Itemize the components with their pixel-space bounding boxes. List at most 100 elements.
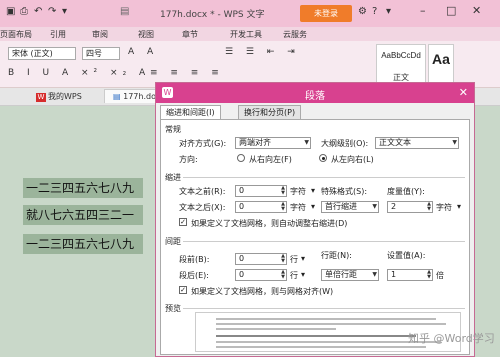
wps-logo-icon: W — [36, 93, 46, 102]
indent-before-input[interactable]: 0 ▲ ▼ — [235, 185, 287, 197]
spinner-icon[interactable]: ▲ ▼ — [281, 186, 285, 196]
dialog-title-bar[interactable]: W 段落 ✕ — [156, 83, 474, 103]
degree-unit: 字符 — [436, 203, 452, 212]
print-icon[interactable]: ⎙ — [20, 6, 28, 17]
minimize-icon[interactable]: – — [420, 4, 426, 17]
space-after-label: 段后(E): — [179, 271, 209, 280]
spinner-icon[interactable]: ▲ ▼ — [427, 270, 431, 280]
tab-cloud[interactable]: 云服务 — [283, 29, 307, 40]
tab-page-layout[interactable]: 页面布局 — [0, 29, 32, 40]
outline-label: 大纲级别(O): — [321, 139, 369, 148]
rtl-radio[interactable] — [237, 154, 245, 162]
space-before-input[interactable]: 0 ▲ ▼ — [235, 253, 287, 265]
indent-after-unit: 字符 — [290, 203, 306, 212]
section-spacing: 间距 — [165, 237, 181, 246]
spinner-icon[interactable]: ▲ ▼ — [427, 202, 431, 212]
ltr-radio[interactable] — [319, 154, 327, 162]
paragraph-dialog: W 段落 ✕ 缩进和间距(I) 换行和分页(P) 常规 对齐方式(G): 两端对… — [155, 82, 475, 357]
set-value: 1 — [391, 270, 397, 279]
tab-line-page-breaks[interactable]: 换行和分页(P) — [238, 105, 302, 119]
tab-indent-spacing[interactable]: 缩进和间距(I) — [160, 105, 221, 120]
style-normal[interactable]: AaBbCcDd 正文 — [376, 44, 426, 86]
space-before-unit: 行 — [290, 255, 298, 264]
preview-line — [216, 346, 426, 348]
indent-after-input[interactable]: 0 ▲ ▼ — [235, 201, 287, 213]
spinner-icon[interactable]: ▲ ▼ — [281, 202, 285, 212]
set-value-label: 设置值(A): — [387, 251, 426, 260]
style-heading[interactable]: Aa — [428, 44, 454, 86]
chevron-down-icon: ▼ — [304, 139, 309, 146]
indent-after-value: 0 — [239, 202, 245, 211]
tab-my-wps[interactable]: W 我的WPS — [36, 91, 82, 102]
preview-line — [216, 335, 416, 337]
spinner-icon[interactable]: ▲ ▼ — [281, 254, 285, 264]
chevron-down-icon[interactable]: ▾ — [301, 254, 305, 263]
chevron-down-icon: ▼ — [372, 271, 377, 278]
font-grow-icon[interactable]: A A — [128, 47, 158, 57]
section-preview: 预览 — [165, 304, 181, 313]
chevron-down-icon[interactable]: ▾ — [457, 202, 461, 211]
direction-label: 方向: — [179, 155, 198, 164]
doc-line[interactable]: 就八七六五四三二一 — [23, 205, 143, 225]
space-after-input[interactable]: 0 ▲ ▼ — [235, 269, 287, 281]
divider — [183, 308, 465, 309]
divider — [183, 241, 465, 242]
watermark: 知乎 @Word学习 — [408, 332, 495, 345]
doc-line[interactable]: 一二三四五六七八九 — [23, 234, 143, 254]
set-value-unit: 倍 — [436, 271, 444, 280]
line-spacing-value: 单倍行距 — [325, 270, 357, 279]
paragraph-icons[interactable]: ≡ ≡ ≡ ≡ — [150, 68, 224, 78]
login-button[interactable]: 未登录 — [300, 5, 352, 22]
chevron-down-icon[interactable]: ▾ — [311, 202, 315, 211]
title-bar: ▣ ⎙ ↶ ↷ ▾ ▤ 177h.docx * - WPS 文字 未登录 ⚙ ?… — [0, 0, 500, 27]
list-icons[interactable]: ☰ ☰ ⇤ ⇥ — [225, 47, 300, 57]
chevron-down-icon[interactable]: ▾ — [311, 186, 315, 195]
redo-icon[interactable]: ↷ — [48, 6, 56, 17]
format-buttons[interactable]: B I U A ×² ×₂ A — [8, 68, 150, 78]
divider — [183, 177, 465, 178]
indent-before-value: 0 — [239, 186, 245, 195]
preview-line — [216, 328, 336, 330]
dialog-panel: 常规 对齐方式(G): 两端对齐 ▼ 大纲级别(O): 正文文本 ▼ 方向: 从右向… — [160, 119, 470, 355]
section-indent: 缩进 — [165, 173, 181, 182]
space-before-label: 段前(B): — [179, 255, 210, 264]
align-select[interactable]: 两端对齐 ▼ — [235, 137, 311, 149]
help-icon[interactable]: ? — [372, 6, 377, 17]
special-format-value: 首行缩进 — [325, 202, 357, 211]
chevron-down-icon: ▼ — [452, 139, 457, 146]
rtl-label: 从右向左(F) — [249, 155, 292, 164]
indent-grid-checkbox[interactable]: ✓ — [179, 218, 187, 226]
spinner-icon[interactable]: ▲ ▼ — [281, 270, 285, 280]
special-format-select[interactable]: 首行缩进 ▼ — [321, 201, 379, 213]
spacing-grid-checkbox[interactable]: ✓ — [179, 286, 187, 294]
save-icon[interactable]: ▣ — [6, 6, 15, 17]
space-before-value: 0 — [239, 254, 245, 263]
indent-after-label: 文本之后(X): — [179, 203, 226, 212]
tab-developer[interactable]: 开发工具 — [230, 29, 262, 40]
dialog-close-icon[interactable]: ✕ — [459, 86, 468, 99]
space-after-value: 0 — [239, 270, 245, 279]
align-value: 两端对齐 — [239, 138, 271, 147]
chevron-down-icon[interactable]: ▾ — [301, 270, 305, 279]
tab-chapter[interactable]: 章节 — [182, 29, 198, 40]
font-name-select[interactable]: 宋体 (正文) — [8, 47, 76, 60]
doc-line[interactable]: 一二三四五六七八九 — [23, 178, 143, 198]
degree-input[interactable]: 2 ▲ ▼ — [387, 201, 433, 213]
tab-review[interactable]: 审阅 — [92, 29, 108, 40]
close-icon[interactable]: ✕ — [472, 4, 481, 17]
maximize-icon[interactable]: □ — [446, 4, 456, 17]
outline-select[interactable]: 正文文本 ▼ — [375, 137, 459, 149]
font-size-select[interactable]: 四号 — [82, 47, 120, 60]
set-value-input[interactable]: 1 ▲ ▼ — [387, 269, 433, 281]
preview-line — [216, 323, 446, 325]
theme-icon[interactable]: ⚙ — [358, 6, 367, 17]
dialog-title: 段落 — [305, 91, 325, 102]
dropdown-icon[interactable]: ▾ — [62, 6, 67, 17]
undo-icon[interactable]: ↶ — [34, 6, 42, 17]
tab-references[interactable]: 引用 — [50, 29, 66, 40]
doc-icon: ▤ — [120, 6, 130, 17]
tab-view[interactable]: 视图 — [138, 29, 154, 40]
line-spacing-select[interactable]: 单倍行距 ▼ — [321, 269, 379, 281]
preview-line — [216, 318, 436, 320]
menu-icon[interactable]: ▾ — [386, 6, 391, 17]
